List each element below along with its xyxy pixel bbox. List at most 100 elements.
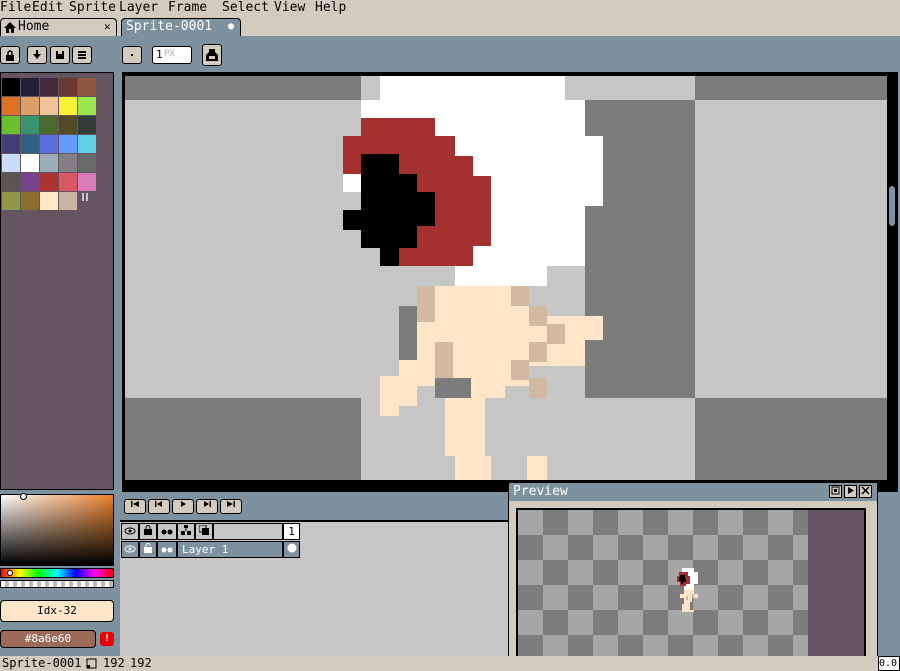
palette-swatch[interactable] bbox=[21, 154, 39, 172]
status-size-width: 192 bbox=[103, 656, 125, 670]
palette-swatch[interactable] bbox=[40, 78, 58, 96]
status-bar: Sprite-0001 192 192 0.0 bbox=[0, 656, 900, 671]
palette-swatch[interactable] bbox=[59, 78, 77, 96]
palette-swatch[interactable] bbox=[40, 192, 58, 210]
palette-swatch[interactable] bbox=[78, 97, 96, 115]
palette-swatch[interactable] bbox=[2, 135, 20, 153]
menu-frame[interactable]: Frame bbox=[168, 0, 207, 16]
modified-dot-icon[interactable]: ● bbox=[228, 19, 234, 35]
tab-home-label: Home bbox=[18, 19, 50, 34]
preview-sprite bbox=[677, 568, 698, 612]
palette-swatch[interactable] bbox=[2, 154, 20, 172]
cel-keyframe-icon[interactable] bbox=[283, 541, 300, 558]
visibility-header-icon[interactable] bbox=[121, 523, 139, 540]
save-palette-icon[interactable] bbox=[50, 46, 70, 64]
hue-cursor[interactable] bbox=[7, 570, 13, 576]
first-frame-button[interactable] bbox=[124, 499, 146, 514]
palette-swatch[interactable] bbox=[40, 116, 58, 134]
layer-continuous-icon[interactable] bbox=[157, 541, 177, 558]
preview-checker bbox=[518, 510, 808, 662]
brush-size-field[interactable]: 1 PX bbox=[152, 46, 192, 64]
menu-select[interactable]: Select bbox=[222, 0, 269, 16]
palette-swatch[interactable] bbox=[2, 173, 20, 191]
hue-slider[interactable] bbox=[0, 568, 114, 578]
lock-icon[interactable] bbox=[0, 46, 20, 64]
tab-sprite[interactable]: Sprite-0001 ● bbox=[121, 18, 241, 36]
palette-swatch[interactable] bbox=[78, 154, 96, 172]
sprite-canvas[interactable] bbox=[125, 76, 887, 480]
palette-swatch[interactable] bbox=[59, 97, 77, 115]
preview-title: Preview bbox=[513, 484, 568, 499]
palette-swatch[interactable] bbox=[40, 135, 58, 153]
canvas-size-icon bbox=[86, 658, 97, 669]
menu-view[interactable]: View bbox=[274, 0, 305, 16]
palette-swatch[interactable] bbox=[2, 97, 20, 115]
layer-name[interactable]: Layer 1 bbox=[177, 541, 283, 558]
palette-swatch[interactable] bbox=[2, 192, 20, 210]
palette-swatch[interactable] bbox=[78, 78, 96, 96]
palette-swatch[interactable] bbox=[21, 78, 39, 96]
menu-edit[interactable]: Edit bbox=[32, 0, 63, 16]
warning-icon[interactable]: ! bbox=[100, 632, 114, 646]
preview-title-bar[interactable]: Preview bbox=[509, 483, 877, 501]
menu-sprite[interactable]: Sprite bbox=[69, 0, 116, 16]
palette-swatch[interactable] bbox=[59, 173, 77, 191]
status-size-height: 192 bbox=[130, 656, 152, 670]
sprite-artwork bbox=[125, 76, 887, 480]
brush-size-unit: PX bbox=[164, 49, 175, 59]
palette-swatch[interactable] bbox=[78, 135, 96, 153]
menu-layer[interactable]: Layer bbox=[119, 0, 158, 16]
palette-swatch[interactable] bbox=[59, 192, 77, 210]
palette-swatch[interactable] bbox=[21, 97, 39, 115]
palette-swatch[interactable] bbox=[21, 135, 39, 153]
layer-unlock-icon[interactable] bbox=[139, 541, 157, 558]
canvas-vertical-scrollbar[interactable] bbox=[888, 76, 896, 480]
tab-sprite-label: Sprite-0001 bbox=[126, 19, 213, 34]
layer-visibility-eye-icon[interactable] bbox=[121, 541, 139, 558]
brush-shape-button[interactable] bbox=[122, 46, 142, 64]
preview-close-icon[interactable] bbox=[859, 485, 872, 498]
home-icon bbox=[4, 22, 16, 33]
continuous-header-icon[interactable] bbox=[157, 523, 177, 540]
frame-number-header[interactable]: 1 bbox=[283, 523, 300, 540]
next-frame-button[interactable] bbox=[196, 499, 218, 514]
tab-home[interactable]: Home ✕ bbox=[0, 18, 117, 36]
sort-down-icon[interactable] bbox=[27, 46, 47, 64]
palette-resize-handle-icon[interactable] bbox=[81, 192, 89, 202]
canvas-scroll-thumb[interactable] bbox=[889, 186, 895, 226]
menu-help[interactable]: Help bbox=[315, 0, 346, 16]
palette-swatch[interactable] bbox=[40, 97, 58, 115]
color-saturation-value-box[interactable] bbox=[0, 494, 114, 566]
status-sprite-name: Sprite-0001 bbox=[2, 656, 82, 670]
color-hex-field[interactable]: #8a6e60 bbox=[0, 630, 96, 648]
layer-tree-icon[interactable] bbox=[177, 523, 195, 540]
palette-swatch[interactable] bbox=[21, 173, 39, 191]
color-index-field[interactable]: Idx-32 bbox=[0, 600, 114, 622]
palette-menu-icon[interactable] bbox=[72, 46, 92, 64]
alpha-slider[interactable] bbox=[0, 580, 114, 588]
palette-swatch[interactable] bbox=[78, 116, 96, 134]
palette-swatch[interactable] bbox=[21, 192, 39, 210]
palette-swatch[interactable] bbox=[40, 173, 58, 191]
play-button[interactable] bbox=[172, 499, 194, 514]
tab-close-icon[interactable]: ✕ bbox=[104, 19, 111, 35]
palette-swatch[interactable] bbox=[59, 135, 77, 153]
last-frame-button[interactable] bbox=[220, 499, 242, 514]
ink-icon[interactable] bbox=[202, 44, 222, 66]
zoom-field[interactable]: 0.0 bbox=[878, 656, 900, 671]
menu-file[interactable]: File bbox=[0, 0, 31, 16]
layer-blend-icon[interactable] bbox=[195, 523, 213, 540]
previous-frame-button[interactable] bbox=[148, 499, 170, 514]
palette-swatch[interactable] bbox=[2, 116, 20, 134]
lock-header-icon[interactable] bbox=[139, 523, 157, 540]
palette-swatch[interactable] bbox=[2, 78, 20, 96]
preview-center-icon[interactable] bbox=[829, 485, 842, 498]
sv-cursor[interactable] bbox=[20, 493, 27, 500]
brush-size-value: 1 bbox=[156, 48, 163, 61]
palette-swatch[interactable] bbox=[78, 173, 96, 191]
palette-swatch[interactable] bbox=[59, 116, 77, 134]
preview-play-icon[interactable] bbox=[844, 485, 857, 498]
palette-swatch[interactable] bbox=[40, 154, 58, 172]
palette-swatch[interactable] bbox=[59, 154, 77, 172]
palette-swatch[interactable] bbox=[21, 116, 39, 134]
